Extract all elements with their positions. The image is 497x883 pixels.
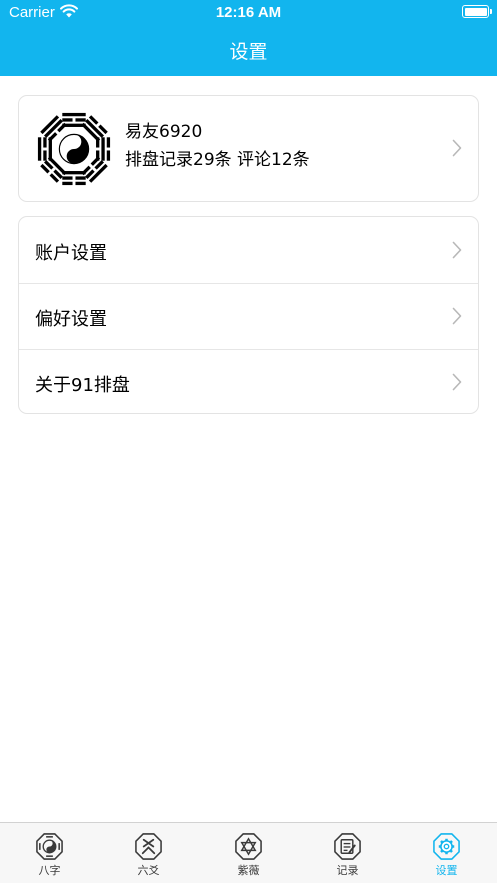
menu-item-about[interactable]: 关于91排盘 bbox=[19, 349, 478, 415]
menu-item-account-settings[interactable]: 账户设置 bbox=[19, 217, 478, 283]
tab-label: 记录 bbox=[336, 864, 359, 877]
star-of-david-icon bbox=[235, 833, 262, 860]
tab-settings[interactable]: 设置 bbox=[397, 823, 496, 883]
gear-icon bbox=[433, 833, 460, 860]
tab-bazi[interactable]: 八字 bbox=[0, 823, 99, 883]
bagua-avatar-icon bbox=[37, 112, 111, 186]
bagua-icon bbox=[36, 833, 63, 860]
tab-bar: 八字 六爻 紫薇 记录 设置 bbox=[0, 822, 497, 883]
status-bar: Carrier 12:16 AM bbox=[0, 0, 497, 24]
page-title: 设置 bbox=[229, 41, 268, 63]
notebook-icon bbox=[334, 833, 361, 860]
battery-icon bbox=[462, 5, 492, 18]
menu-item-label: 关于91排盘 bbox=[35, 375, 130, 396]
tab-label: 紫薇 bbox=[237, 864, 260, 877]
profile-card[interactable]: 易友6920 排盘记录29条 评论12条 bbox=[18, 95, 479, 202]
clock: 12:16 AM bbox=[215, 4, 282, 21]
tab-label: 八字 bbox=[38, 864, 61, 877]
tab-records[interactable]: 记录 bbox=[298, 823, 397, 883]
chevron-right-icon bbox=[452, 241, 462, 259]
tab-label: 设置 bbox=[435, 864, 458, 877]
tab-ziwei[interactable]: 紫薇 bbox=[199, 823, 298, 883]
chevron-right-icon bbox=[452, 139, 462, 157]
menu-item-label: 偏好设置 bbox=[35, 309, 107, 330]
username: 易友6920 bbox=[125, 122, 203, 142]
menu-item-preference-settings[interactable]: 偏好设置 bbox=[19, 283, 478, 349]
liuyao-icon bbox=[135, 833, 162, 860]
tab-label: 六爻 bbox=[137, 864, 160, 877]
profile-stats: 排盘记录29条 评论12条 bbox=[125, 150, 310, 170]
settings-menu: 账户设置 偏好设置 关于91排盘 bbox=[18, 216, 479, 414]
chevron-right-icon bbox=[452, 373, 462, 391]
tab-liuyao[interactable]: 六爻 bbox=[99, 823, 198, 883]
chevron-right-icon bbox=[452, 307, 462, 325]
menu-item-label: 账户设置 bbox=[35, 243, 107, 264]
navigation-header: Carrier 12:16 AM 设置 bbox=[0, 0, 497, 76]
